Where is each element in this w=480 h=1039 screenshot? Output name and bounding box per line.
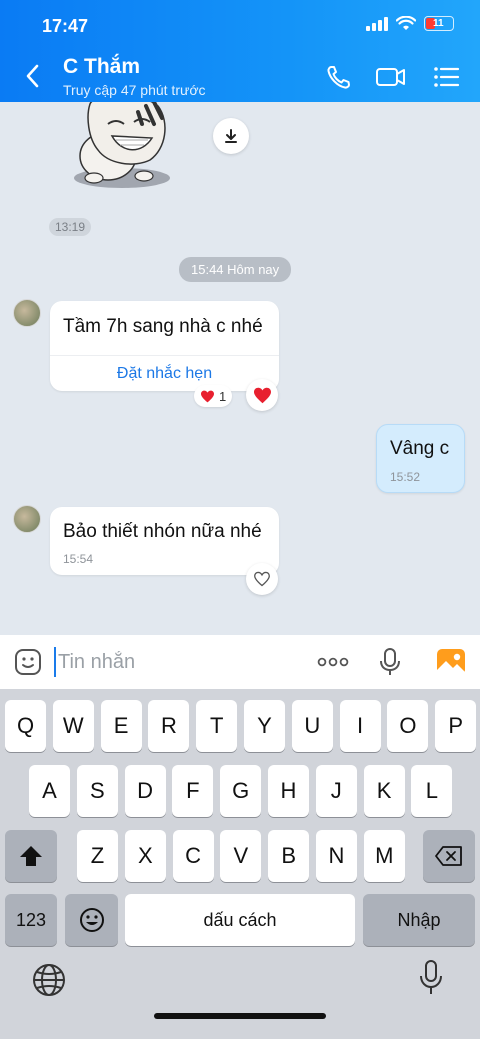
message-bubble[interactable]: Tầm 7h sang nhà c nhé Đặt nhắc hẹn xyxy=(50,301,279,391)
reaction-count: 1 xyxy=(219,388,227,404)
reaction-summary[interactable]: 1 xyxy=(194,385,233,407)
key-k[interactable]: K xyxy=(363,765,405,817)
globe-icon[interactable] xyxy=(31,962,67,998)
emoji-key[interactable] xyxy=(65,894,118,946)
key-x[interactable]: X xyxy=(124,830,166,882)
message-text: Tầm 7h sang nhà c nhé xyxy=(63,316,263,337)
react-button[interactable] xyxy=(246,379,278,411)
key-m[interactable]: M xyxy=(363,830,405,882)
key-f[interactable]: F xyxy=(172,765,214,817)
key-n[interactable]: N xyxy=(316,830,357,882)
emoji-icon xyxy=(79,908,104,932)
key-v[interactable]: V xyxy=(220,830,262,882)
contact-avatar[interactable] xyxy=(13,505,41,533)
message-text: Bảo thiết nhón nữa nhé xyxy=(63,521,262,542)
key-e[interactable]: E xyxy=(100,700,142,752)
message-text: Vâng c xyxy=(390,438,450,459)
key-l[interactable]: L xyxy=(411,765,453,817)
shift-icon xyxy=(20,846,42,866)
image-gallery-icon[interactable] xyxy=(436,648,466,676)
key-b[interactable]: B xyxy=(268,830,310,882)
heart-filled-icon xyxy=(253,387,271,403)
key-g[interactable]: G xyxy=(220,765,262,817)
key-s[interactable]: S xyxy=(76,765,118,817)
message-input[interactable] xyxy=(54,647,294,677)
space-key[interactable]: dấu cách xyxy=(125,894,355,946)
key-h[interactable]: H xyxy=(268,765,309,817)
key-z[interactable]: Z xyxy=(77,830,118,882)
heart-outline-icon xyxy=(254,571,270,587)
message-input-bar xyxy=(0,635,480,689)
backspace-key[interactable] xyxy=(423,830,475,882)
cellular-signal-icon xyxy=(366,16,388,31)
home-indicator xyxy=(154,1013,326,1019)
heart-icon xyxy=(201,390,214,402)
numbers-key[interactable]: 123 xyxy=(5,894,57,946)
key-o[interactable]: O xyxy=(387,700,429,752)
keyboard: QWERTYUIOP ASDFGHJKL ZXCVBNM 123 dấu các… xyxy=(0,689,480,1039)
video-call-icon[interactable] xyxy=(374,60,408,94)
key-q[interactable]: Q xyxy=(5,700,46,752)
key-r[interactable]: R xyxy=(148,700,190,752)
contact-avatar[interactable] xyxy=(13,299,41,327)
key-w[interactable]: W xyxy=(52,700,94,752)
react-button[interactable] xyxy=(246,563,278,595)
status-icons: 11 xyxy=(366,16,454,31)
wifi-icon xyxy=(396,16,416,30)
back-icon[interactable] xyxy=(22,62,44,90)
battery-icon: 11 xyxy=(424,16,454,31)
key-a[interactable]: A xyxy=(29,765,70,817)
set-reminder-link[interactable]: Đặt nhắc hẹn xyxy=(50,355,279,393)
download-button[interactable] xyxy=(213,118,249,154)
microphone-icon[interactable] xyxy=(378,647,402,677)
emoji-sticker-icon[interactable] xyxy=(14,648,42,676)
message-bubble[interactable]: Bảo thiết nhón nữa nhé 15:54 xyxy=(50,507,279,575)
chat-messages[interactable]: 13:19 15:44 Hôm nay Tầm 7h sang nhà c nh… xyxy=(0,102,480,635)
cat-sticker[interactable] xyxy=(68,102,176,192)
key-c[interactable]: C xyxy=(172,830,214,882)
menu-icon[interactable] xyxy=(430,60,464,94)
return-key[interactable]: Nhập xyxy=(363,894,475,946)
backspace-icon xyxy=(435,846,462,866)
status-time: 17:47 xyxy=(42,16,89,36)
message-time: 15:52 xyxy=(390,470,421,484)
key-p[interactable]: P xyxy=(435,700,477,752)
key-t[interactable]: T xyxy=(196,700,238,752)
contact-last-seen: Truy cập 47 phút trước xyxy=(63,82,206,98)
more-options-icon[interactable] xyxy=(316,653,350,671)
date-separator: 15:44 Hôm nay xyxy=(179,257,292,282)
dictation-mic-icon[interactable] xyxy=(418,959,444,997)
shift-key[interactable] xyxy=(5,830,57,882)
message-time: 15:54 xyxy=(63,552,94,566)
key-y[interactable]: Y xyxy=(244,700,285,752)
phone-icon[interactable] xyxy=(322,60,356,94)
sticker-time: 13:19 xyxy=(49,218,92,236)
sent-message-bubble[interactable]: Vâng c 15:52 xyxy=(376,424,465,493)
battery-level: 11 xyxy=(433,18,444,29)
chat-header: 17:47 11 C Thắm Truy cập 47 phút trước xyxy=(0,0,480,102)
key-d[interactable]: D xyxy=(124,765,166,817)
key-j[interactable]: J xyxy=(315,765,357,817)
key-i[interactable]: I xyxy=(339,700,381,752)
contact-name[interactable]: C Thắm xyxy=(63,55,140,79)
key-u[interactable]: U xyxy=(291,700,333,752)
download-icon xyxy=(225,129,237,143)
